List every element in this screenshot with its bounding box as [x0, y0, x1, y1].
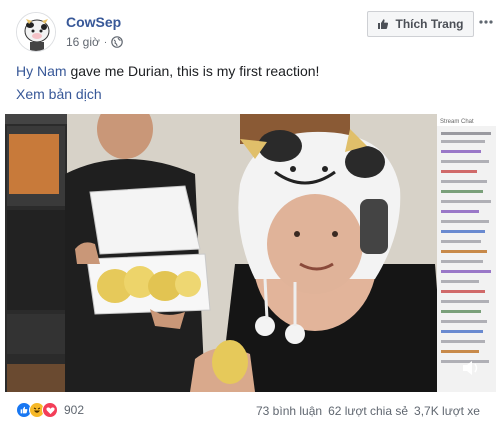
facebook-post: CowSep 16 giờ · Thích Trang Hy Nam gave …	[0, 0, 501, 435]
meta-separator: ·	[103, 36, 108, 48]
reactions-summary[interactable]: 902	[16, 402, 84, 418]
views-count: 3,7K lượt xe	[414, 404, 480, 418]
reaction-count[interactable]: 902	[64, 403, 84, 417]
page-name[interactable]: CowSep	[66, 14, 121, 30]
post-stats: 73 bình luận 62 lượt chia sẻ 3,7K lượt x…	[256, 404, 480, 418]
page-avatar[interactable]	[16, 12, 56, 52]
post-meta: 16 giờ ·	[66, 35, 124, 49]
stream-chat-overlay: Stream Chat	[437, 114, 496, 392]
thumbs-up-icon	[378, 19, 389, 29]
shares-count[interactable]: 62 lượt chia sẻ	[328, 404, 408, 418]
post-caption: Hy Nam gave me Durian, this is my first …	[16, 62, 319, 80]
more-icon[interactable]	[478, 14, 494, 30]
post-time[interactable]: 16 giờ	[66, 35, 100, 49]
durian-box	[75, 185, 211, 329]
globe-icon[interactable]	[111, 36, 124, 48]
obs-panel	[5, 114, 67, 392]
like-page-button[interactable]: Thích Trang	[367, 11, 474, 37]
tagged-user[interactable]: Hy Nam	[16, 63, 67, 79]
comments-count[interactable]: 73 bình luận	[256, 404, 322, 418]
stream-chat-title: Stream Chat	[440, 119, 474, 125]
post-video[interactable]: Stream Chat	[5, 114, 496, 392]
caption-text: gave me Durian, this is my first reactio…	[66, 63, 320, 79]
see-translation-link[interactable]: Xem bản dịch	[16, 86, 102, 102]
heart-icon	[42, 402, 58, 418]
like-page-label: Thích Trang	[395, 17, 464, 31]
